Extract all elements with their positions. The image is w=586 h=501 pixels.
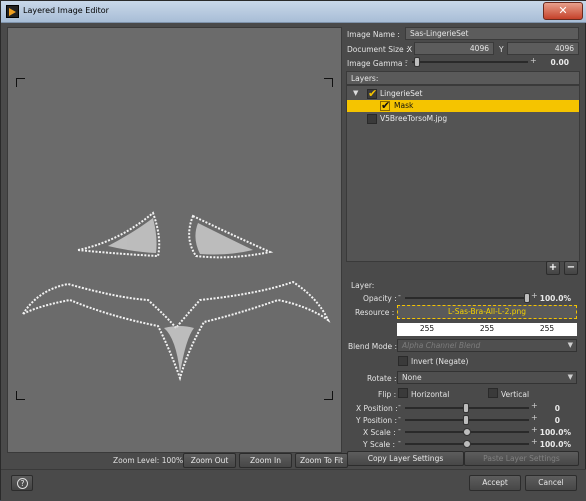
y-scale-slider[interactable] [405,439,529,449]
layer-label: V5BreeTorsoM.jpg [380,114,448,123]
y-scale-slider-knob[interactable] [463,440,471,448]
checkmark-icon: ✔ [381,99,391,112]
layer-item-mask[interactable]: ✔ Mask [347,99,579,112]
close-button[interactable]: ✕ [543,2,583,20]
blend-mode-label: Blend Mode : [348,342,398,351]
document-size-label: Document Size : [347,45,409,54]
remove-layer-button[interactable]: − [564,261,578,275]
layer-visibility-checkbox[interactable] [367,114,377,124]
x-position-minus-icon[interactable]: - [398,401,401,410]
size-x-label: X [407,45,413,54]
lingerie-mask-preview [20,211,331,382]
accept-button[interactable]: Accept [469,475,521,491]
x-position-label: X Position : [356,404,398,413]
checkmark-icon: ✔ [368,87,378,100]
opacity-minus-icon[interactable]: - [398,291,401,300]
layer-label: Mask [394,101,414,110]
x-position-value: 0 [554,404,560,413]
opacity-label: Opacity : [363,294,397,303]
copy-layer-settings-button[interactable]: Copy Layer Settings [347,451,464,466]
blend-mode-value: Alpha Channel Blend [402,341,481,350]
layer-item-v5breetorsom[interactable]: V5BreeTorsoM.jpg [347,113,579,125]
flip-horizontal-label: Horizontal [411,390,450,399]
document-height-field[interactable]: 4096 [507,42,579,55]
y-scale-value: 100.0% [539,440,571,449]
flip-vertical-label: Vertical [501,390,530,399]
image-name-field[interactable]: Sas-LingerieSet [405,27,579,40]
layer-visibility-checkbox[interactable]: ✔ [367,87,378,100]
zoom-to-fit-button[interactable]: Zoom To Fit [295,453,348,468]
x-position-slider[interactable] [405,403,529,413]
flip-horizontal-checkbox[interactable] [398,388,408,398]
resource-label: Resource : [355,308,395,317]
y-position-label: Y Position : [356,416,398,425]
size-y-label: Y [499,45,504,54]
add-layer-button[interactable]: + [546,261,560,275]
opacity-slider-knob[interactable] [524,293,530,303]
y-position-slider[interactable] [405,415,529,425]
app-icon [6,5,19,18]
y-scale-minus-icon[interactable]: - [398,437,401,446]
layered-image-editor-window: Layered Image Editor ✕ Zoom Level: 100% … [0,0,586,501]
rotate-value: None [402,373,422,382]
y-scale-label: Y Scale : [363,440,396,449]
expand-arrow-icon[interactable]: ▼ [353,89,358,97]
image-gamma-value: 0.00 [550,58,569,67]
color-blue-field[interactable]: 255 [517,323,577,336]
flip-vertical-checkbox[interactable] [488,388,498,398]
layer-visibility-checkbox[interactable]: ✔ [380,99,391,112]
color-red-field[interactable]: 255 [397,323,457,336]
chevron-down-icon: ▼ [567,373,573,381]
flip-label: Flip : [378,390,397,399]
dialog-footer: ? Accept Cancel [1,469,586,501]
y-position-value: 0 [554,416,560,425]
zoom-level-label: Zoom Level: 100% [113,456,184,465]
x-scale-value: 100.0% [539,428,571,437]
image-name-label: Image Name : [347,30,400,39]
layer-header: Layer: [351,281,375,290]
color-green-field[interactable]: 255 [457,323,517,336]
help-button[interactable]: ? [11,475,33,491]
rotate-label: Rotate : [367,374,397,383]
help-icon: ? [17,478,28,489]
window-title: Layered Image Editor [23,6,109,15]
gamma-slider-knob[interactable] [414,57,420,67]
y-position-slider-knob[interactable] [463,415,469,425]
layers-list[interactable]: ▼ ✔ LingerieSet ✔ Mask V5BreeTorsoM.jpg [346,85,580,262]
opacity-value: 100.0% [539,294,571,303]
x-scale-minus-icon[interactable]: - [398,425,401,434]
zoom-in-button[interactable]: Zoom In [239,453,292,468]
resource-field[interactable]: L-Sas-Bra-All-L-2.png [397,305,577,319]
y-position-minus-icon[interactable]: - [398,413,401,422]
blend-mode-dropdown[interactable]: Alpha Channel Blend ▼ [397,339,577,352]
invert-label: Invert (Negate) [411,357,469,366]
image-gamma-slider[interactable] [412,57,528,67]
zoom-bar: Zoom Level: 100% Zoom Out Zoom In Zoom T… [7,453,348,470]
gamma-minus-icon[interactable]: - [405,56,408,65]
layers-header: Layers: [346,71,580,85]
cancel-button[interactable]: Cancel [525,475,577,491]
invert-checkbox[interactable] [398,356,408,366]
paste-layer-settings-button[interactable]: Paste Layer Settings [464,451,579,466]
opacity-slider[interactable] [405,293,530,303]
x-scale-label: X Scale : [363,428,396,437]
document-width-field[interactable]: 4096 [414,42,494,55]
x-position-slider-knob[interactable] [463,403,469,413]
layer-label: LingerieSet [380,89,423,98]
chevron-down-icon: ▼ [567,341,573,349]
title-bar: Layered Image Editor ✕ [1,1,586,23]
image-gamma-label: Image Gamma : [347,59,408,68]
rotate-dropdown[interactable]: None ▼ [397,371,577,384]
x-scale-slider-knob[interactable] [463,428,471,436]
zoom-out-button[interactable]: Zoom Out [183,453,236,468]
image-canvas[interactable] [7,27,342,453]
x-scale-slider[interactable] [405,427,529,437]
